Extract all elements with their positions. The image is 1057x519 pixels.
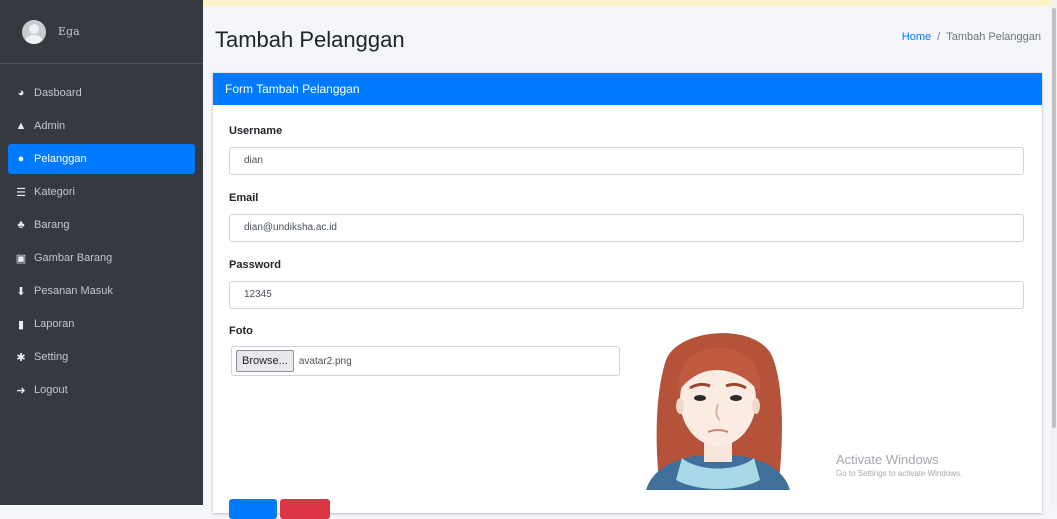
avatar-preview-image	[646, 333, 790, 490]
form-card: Form Tambah Pelanggan Username dian Emai…	[213, 73, 1042, 519]
email-input[interactable]: dian@undiksha.ac.id	[229, 214, 1024, 242]
sidebar-item-label: Admin	[34, 120, 66, 132]
sidebar-item-label: Gambar Barang	[34, 252, 113, 264]
sidebar: Ega ◕ Dasboard ▲ Admin ● Pelanggan ☰ Kategori ♣ B…	[0, 0, 203, 505]
card-title: Form Tambah Pelanggan	[213, 73, 1042, 105]
sidebar-item-barang[interactable]: ♣ Barang	[8, 210, 195, 240]
breadcrumb-current: Tambah Pelanggan	[946, 31, 1041, 43]
content-header: Tambah Pelanggan Home / Tambah Pelanggan	[203, 0, 1057, 64]
breadcrumb: Home / Tambah Pelanggan	[902, 31, 1041, 43]
page-scrollbar[interactable]	[1051, 0, 1057, 505]
foto-label: Foto	[229, 325, 253, 337]
header-strip	[203, 0, 1057, 6]
tachometer-icon: ◕	[17, 87, 25, 99]
foto-file-input[interactable]: Browse... avatar2.png	[231, 346, 620, 376]
user-panel[interactable]: Ega	[0, 0, 203, 64]
page-title: Tambah Pelanggan	[215, 27, 405, 52]
sidebar-item-label: Dasboard	[34, 87, 82, 99]
breadcrumb-home-link[interactable]: Home	[902, 31, 931, 43]
sidebar-item-setting[interactable]: ✱ Setting	[8, 342, 195, 372]
download-icon: ⬇	[16, 285, 26, 298]
scroll-thumb[interactable]	[1052, 8, 1056, 428]
sidebar-item-label: Kategori	[34, 186, 75, 198]
save-button[interactable]	[229, 499, 277, 519]
sign-out-icon: ➜	[16, 384, 26, 397]
sidebar-item-gambar-barang[interactable]: ▣ Gambar Barang	[8, 243, 195, 273]
sidebar-item-label: Barang	[34, 219, 70, 231]
username-label: Username	[229, 125, 283, 137]
sidebar-item-pelanggan[interactable]: ● Pelanggan	[8, 144, 195, 174]
activate-windows-watermark: Activate Windows Go to Settings to activ…	[836, 452, 962, 478]
sidebar-item-label: Pesanan Masuk	[34, 285, 113, 297]
user-name[interactable]: Ega	[58, 25, 80, 38]
password-input[interactable]: 12345	[229, 281, 1024, 309]
sidebar-item-laporan[interactable]: ▮ Laporan	[8, 309, 195, 339]
watermark-title: Activate Windows	[836, 452, 939, 467]
user-icon: ▲	[15, 120, 27, 132]
sidebar-item-label: Logout	[34, 384, 68, 396]
sidebar-item-kategori[interactable]: ☰ Kategori	[8, 177, 195, 207]
sidebar-nav: ◕ Dasboard ▲ Admin ● Pelanggan ☰ Kategori ♣ Baran…	[8, 78, 195, 408]
cancel-button[interactable]	[280, 499, 330, 519]
users-icon: ●	[17, 153, 25, 165]
sidebar-item-dasboard[interactable]: ◕ Dasboard	[8, 78, 195, 108]
sidebar-item-logout[interactable]: ➜ Logout	[8, 375, 195, 405]
cubes-icon: ♣	[17, 219, 25, 231]
username-input[interactable]: dian	[229, 147, 1024, 175]
sidebar-item-admin[interactable]: ▲ Admin	[8, 111, 195, 141]
password-label: Password	[229, 259, 281, 271]
sidebar-item-label: Laporan	[34, 318, 75, 330]
email-label: Email	[229, 192, 259, 204]
watermark-subtitle: Go to Settings to activate Windows.	[836, 469, 963, 478]
selected-file-name: avatar2.png	[298, 355, 352, 367]
image-icon: ▣	[15, 252, 27, 265]
gear-icon: ✱	[16, 351, 26, 364]
sidebar-item-label: Pelanggan	[34, 153, 87, 165]
file-icon: ▮	[17, 318, 25, 331]
list-icon: ☰	[16, 186, 26, 199]
breadcrumb-separator: /	[937, 31, 941, 43]
sidebar-item-pesanan-masuk[interactable]: ⬇ Pesanan Masuk	[8, 276, 195, 306]
user-avatar	[22, 19, 46, 44]
sidebar-item-label: Setting	[34, 351, 69, 363]
browse-button[interactable]: Browse...	[236, 350, 294, 372]
